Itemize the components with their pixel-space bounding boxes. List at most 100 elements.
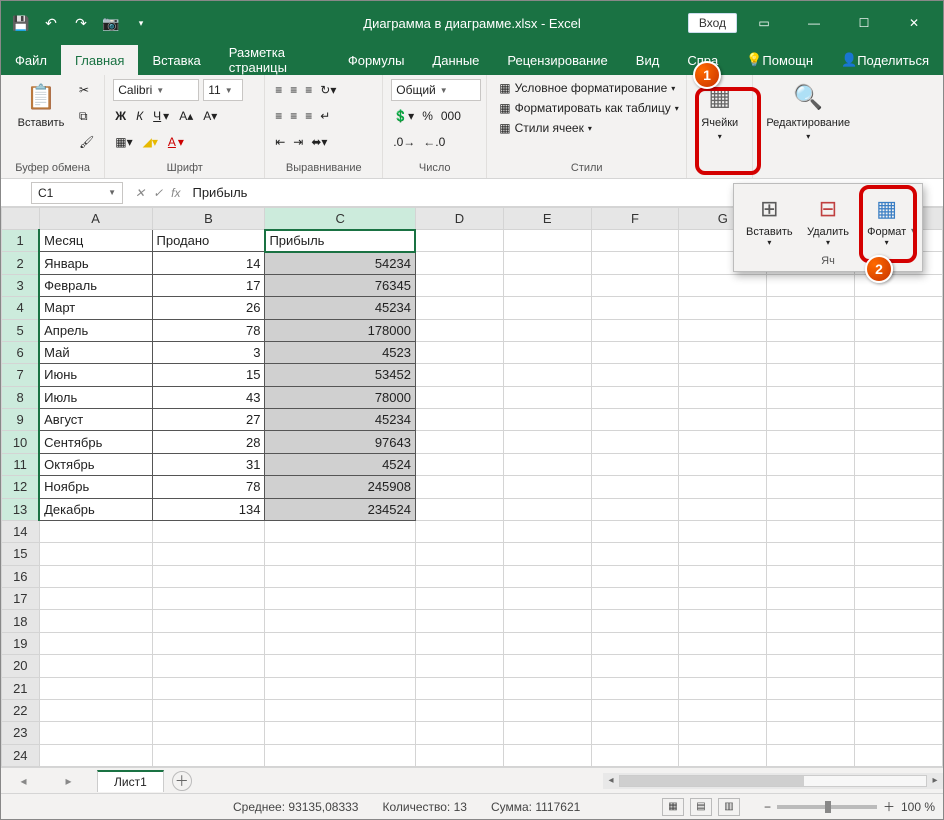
cell[interactable]: 78 <box>152 319 265 341</box>
row-header[interactable]: 1 <box>2 230 40 252</box>
cell[interactable] <box>855 632 943 654</box>
normal-view-icon[interactable]: ▦ <box>662 798 684 816</box>
cell[interactable] <box>591 431 679 453</box>
cell[interactable] <box>265 722 416 744</box>
cell[interactable] <box>855 364 943 386</box>
cell[interactable] <box>591 453 679 475</box>
align-left-icon[interactable]: ≡ <box>273 105 284 127</box>
conditional-formatting-button[interactable]: ▦Условное форматирование▾ <box>495 79 679 97</box>
cell[interactable] <box>415 610 503 632</box>
sheet-nav[interactable]: ◂▸ <box>1 774 91 788</box>
cell[interactable] <box>503 230 591 252</box>
increase-decimal-icon[interactable]: .0→ <box>391 131 417 153</box>
cell[interactable]: Февраль <box>39 274 152 296</box>
cell[interactable]: 234524 <box>265 498 416 520</box>
select-all-corner[interactable] <box>2 208 40 230</box>
cell[interactable] <box>152 699 265 721</box>
cell[interactable]: Август <box>39 409 152 431</box>
font-size-combo[interactable]: 11▼ <box>203 79 243 101</box>
align-top-icon[interactable]: ≡ <box>273 79 284 101</box>
name-box[interactable]: C1▼ <box>31 182 123 204</box>
row-header[interactable]: 17 <box>2 588 40 610</box>
cell[interactable] <box>855 386 943 408</box>
cell[interactable] <box>415 386 503 408</box>
cell[interactable] <box>415 655 503 677</box>
cell[interactable] <box>152 543 265 565</box>
cell[interactable] <box>767 274 855 296</box>
cell[interactable] <box>503 632 591 654</box>
cell[interactable] <box>415 543 503 565</box>
zoom-level[interactable]: 100 % <box>901 800 935 814</box>
cell[interactable] <box>679 565 767 587</box>
cell[interactable] <box>152 655 265 677</box>
cell[interactable] <box>265 744 416 766</box>
tab-formulas[interactable]: Формулы <box>334 45 419 75</box>
cell[interactable] <box>152 744 265 766</box>
cell[interactable] <box>855 543 943 565</box>
row-header[interactable]: 14 <box>2 520 40 542</box>
borders-button[interactable]: ▦▾ <box>113 131 134 153</box>
cell[interactable] <box>415 498 503 520</box>
cell[interactable] <box>679 274 767 296</box>
zoom-control[interactable]: − ＋ 100 % <box>764 798 935 815</box>
cell[interactable]: 45234 <box>265 409 416 431</box>
cell[interactable] <box>152 520 265 542</box>
cell[interactable] <box>767 319 855 341</box>
cell[interactable] <box>503 655 591 677</box>
cell[interactable] <box>855 341 943 363</box>
cell[interactable] <box>39 655 152 677</box>
cell[interactable] <box>503 588 591 610</box>
cell[interactable] <box>152 588 265 610</box>
redo-icon[interactable]: ↷ <box>69 11 93 35</box>
cell[interactable] <box>855 677 943 699</box>
row-header[interactable]: 8 <box>2 386 40 408</box>
cell[interactable] <box>265 543 416 565</box>
cell[interactable] <box>679 498 767 520</box>
zoom-in-icon[interactable]: ＋ <box>883 798 895 815</box>
cell[interactable] <box>265 632 416 654</box>
cell[interactable] <box>679 341 767 363</box>
cell[interactable]: 76345 <box>265 274 416 296</box>
cell[interactable] <box>415 341 503 363</box>
new-sheet-button[interactable]: ＋ <box>172 771 192 791</box>
worksheet-grid[interactable]: ABCDEFGHI1МесяцПроданоПрибыль2Январь1454… <box>1 207 943 767</box>
row-header[interactable]: 2 <box>2 252 40 274</box>
editing-dropdown-button[interactable]: 🔍 Редактирование▾ <box>761 79 855 145</box>
column-header[interactable]: F <box>591 208 679 230</box>
cell[interactable]: Июль <box>39 386 152 408</box>
cell[interactable] <box>679 520 767 542</box>
cell[interactable] <box>39 722 152 744</box>
cell[interactable]: 178000 <box>265 319 416 341</box>
cell[interactable] <box>679 610 767 632</box>
cell[interactable] <box>415 632 503 654</box>
close-button[interactable]: ✕ <box>891 4 937 42</box>
sheet-tab[interactable]: Лист1 <box>97 770 164 792</box>
cell[interactable]: 78000 <box>265 386 416 408</box>
row-header[interactable]: 9 <box>2 409 40 431</box>
row-header[interactable]: 23 <box>2 722 40 744</box>
cell[interactable] <box>591 341 679 363</box>
merge-center-icon[interactable]: ⬌▾ <box>309 131 329 153</box>
font-name-combo[interactable]: Calibri▼ <box>113 79 199 101</box>
copy-icon[interactable]: ⧉ <box>77 105 96 127</box>
cell[interactable] <box>415 297 503 319</box>
cell[interactable] <box>679 588 767 610</box>
cell[interactable] <box>152 565 265 587</box>
cell[interactable] <box>39 632 152 654</box>
cell[interactable] <box>855 744 943 766</box>
accounting-format-icon[interactable]: 💲▾ <box>391 105 416 127</box>
cell[interactable] <box>591 364 679 386</box>
row-header[interactable]: 12 <box>2 476 40 498</box>
cell[interactable]: Ноябрь <box>39 476 152 498</box>
cell[interactable] <box>855 319 943 341</box>
decrease-indent-icon[interactable]: ⇤ <box>273 131 287 153</box>
orientation-icon[interactable]: ↻▾ <box>318 79 338 101</box>
tab-page-layout[interactable]: Разметка страницы <box>215 45 334 75</box>
cell[interactable] <box>855 565 943 587</box>
cell[interactable] <box>679 632 767 654</box>
cell[interactable] <box>679 699 767 721</box>
cell[interactable]: 54234 <box>265 252 416 274</box>
cell[interactable] <box>767 498 855 520</box>
cell[interactable] <box>503 297 591 319</box>
cell[interactable] <box>39 677 152 699</box>
